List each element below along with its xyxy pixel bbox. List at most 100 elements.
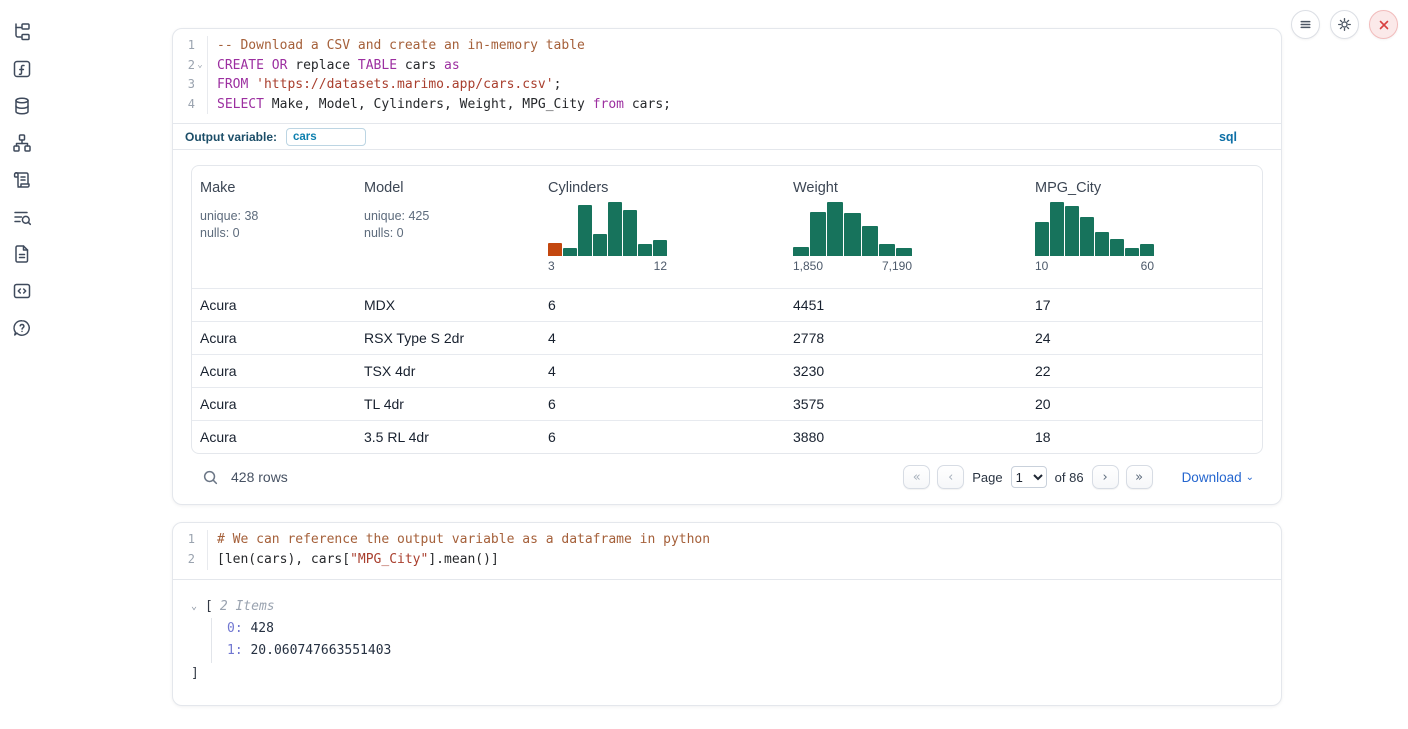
- axis-min-label: 1,850: [793, 259, 823, 273]
- snippets-icon: [12, 281, 32, 301]
- histogram-bar: [608, 202, 622, 256]
- column-header-weight[interactable]: Weight1,8507,190: [785, 166, 1027, 288]
- last-page-button[interactable]: »: [1126, 465, 1153, 489]
- table-cell: 2778: [785, 330, 1027, 346]
- dependency-graph-icon: [12, 133, 32, 153]
- table-row[interactable]: AcuraTSX 4dr4323022: [192, 354, 1262, 387]
- line-gutter: 2⌄: [173, 56, 207, 76]
- code-token: ;: [554, 77, 562, 92]
- window-controls: [1291, 10, 1398, 39]
- sidebar-item-datasources[interactable]: [11, 95, 33, 117]
- column-header-model[interactable]: Model unique: 425nulls: 0: [356, 166, 540, 288]
- previous-page-button[interactable]: ‹: [937, 465, 964, 489]
- page-total-label: of 86: [1055, 470, 1084, 485]
- column-title: Model: [364, 180, 532, 196]
- column-histogram[interactable]: 1060: [1035, 202, 1154, 273]
- sidebar-item-snippets[interactable]: [11, 280, 33, 302]
- table-cell: Acura: [192, 396, 356, 412]
- sidebar-item-help[interactable]: [11, 317, 33, 339]
- table-cell: 18: [1027, 429, 1262, 445]
- page-select[interactable]: 1: [1011, 466, 1047, 488]
- code-token: [len(cars), cars[: [217, 552, 350, 567]
- tree-close-line: ]: [191, 663, 1263, 685]
- column-histogram[interactable]: 312: [548, 202, 667, 273]
- download-button[interactable]: Download ⌄: [1182, 470, 1254, 485]
- code-token: SELECT: [217, 97, 264, 112]
- tree-root-line: ⌄[2 Items: [191, 596, 1263, 618]
- fold-indicator-icon[interactable]: ⌄: [195, 56, 205, 76]
- output-variable-input[interactable]: [286, 128, 366, 146]
- column-histogram[interactable]: 1,850 7,190: [793, 202, 912, 273]
- sidebar-item-functions[interactable]: [11, 58, 33, 80]
- table-row[interactable]: AcuraRSX Type S 2dr4277824: [192, 321, 1262, 354]
- sidebar-item-dependency-graph[interactable]: [11, 132, 33, 154]
- collapse-chevron-icon[interactable]: ⌄: [191, 596, 205, 618]
- sidebar-item-documentation[interactable]: [11, 243, 33, 265]
- table-cell: 6: [540, 297, 785, 313]
- column-stats: unique: 425nulls: 0: [364, 208, 532, 241]
- help-icon: [12, 318, 32, 338]
- code-line: 1-- Download a CSV and create an in-memo…: [173, 36, 1281, 56]
- table-cell: 22: [1027, 363, 1262, 379]
- table-cell: 17: [1027, 297, 1262, 313]
- first-page-button[interactable]: «: [903, 465, 930, 489]
- code-line: 2[len(cars), cars["MPG_City"].mean()]: [173, 550, 1281, 570]
- language-badge: sql: [1219, 130, 1269, 144]
- sql-code-editor[interactable]: 1-- Download a CSV and create an in-memo…: [173, 29, 1281, 123]
- page-label: Page: [972, 470, 1002, 485]
- close-bracket: ]: [191, 663, 199, 685]
- table-row[interactable]: AcuraTL 4dr6357520: [192, 387, 1262, 420]
- table-cell: 24: [1027, 330, 1262, 346]
- table-cell: 6: [540, 396, 785, 412]
- output-variable-bar: Output variable: sql: [173, 123, 1281, 150]
- outline-search-icon: [12, 207, 32, 227]
- code-line: 3FROM 'https://datasets.marimo.app/cars.…: [173, 75, 1281, 95]
- table-cell: Acura: [192, 429, 356, 445]
- gear-icon: [1336, 16, 1353, 33]
- table-cell: 4: [540, 363, 785, 379]
- line-gutter: 3: [173, 75, 207, 95]
- code-token: TABLE: [358, 58, 397, 73]
- histogram-bars: [548, 202, 667, 256]
- histogram-bar: [844, 213, 860, 256]
- column-header-make[interactable]: Makeunique: 38nulls: 0: [192, 166, 356, 288]
- code-token: OR: [272, 58, 288, 73]
- histogram-bar: [793, 247, 809, 256]
- line-number: 2: [188, 56, 195, 76]
- histogram-bar: [879, 244, 895, 256]
- tree-entries: 0: 4281: 20.060747663551403: [211, 618, 1263, 663]
- histogram-bars: [793, 202, 912, 256]
- axis-max-label: 7,190: [882, 259, 912, 273]
- null-count: nulls: 0: [364, 225, 532, 242]
- table-row[interactable]: AcuraMDX6445117: [192, 288, 1262, 321]
- histogram-bar: [1050, 202, 1064, 256]
- column-header-cylinders[interactable]: Cylinders312: [540, 166, 785, 288]
- code-text: CREATE OR replace TABLE cars as: [207, 56, 460, 76]
- settings-button[interactable]: [1330, 10, 1359, 39]
- download-label: Download: [1182, 470, 1242, 485]
- code-token: from: [593, 97, 624, 112]
- python-code-editor[interactable]: 1 # We can reference the output variable …: [173, 523, 1281, 578]
- menu-button[interactable]: [1291, 10, 1320, 39]
- code-token: 'https://datasets.marimo.app/cars.csv': [256, 77, 553, 92]
- shutdown-button[interactable]: [1369, 10, 1398, 39]
- sidebar-item-file-tree[interactable]: [11, 21, 33, 43]
- column-header-mpg-city[interactable]: MPG_City1060: [1027, 166, 1262, 288]
- entry-index: 1:: [227, 643, 243, 658]
- code-token: # We can reference the output variable a…: [217, 532, 710, 547]
- sidebar-item-scratchpad[interactable]: [11, 169, 33, 191]
- code-line: 2⌄CREATE OR replace TABLE cars as: [173, 56, 1281, 76]
- line-number: 1: [188, 530, 195, 550]
- column-title: Make: [200, 180, 348, 196]
- next-page-button[interactable]: ›: [1092, 465, 1119, 489]
- axis-min-label: 3: [548, 259, 555, 273]
- table-body: AcuraMDX6445117AcuraRSX Type S 2dr427782…: [192, 288, 1262, 453]
- search-button[interactable]: [200, 467, 221, 488]
- table-cell: 3.5 RL 4dr: [356, 429, 540, 445]
- table-row[interactable]: Acura3.5 RL 4dr6388018: [192, 420, 1262, 453]
- table-cell: RSX Type S 2dr: [356, 330, 540, 346]
- file-tree-icon: [12, 22, 32, 42]
- sidebar-item-outline-search[interactable]: [11, 206, 33, 228]
- code-text: FROM 'https://datasets.marimo.app/cars.c…: [207, 75, 561, 95]
- axis-max-label: 60: [1141, 259, 1154, 273]
